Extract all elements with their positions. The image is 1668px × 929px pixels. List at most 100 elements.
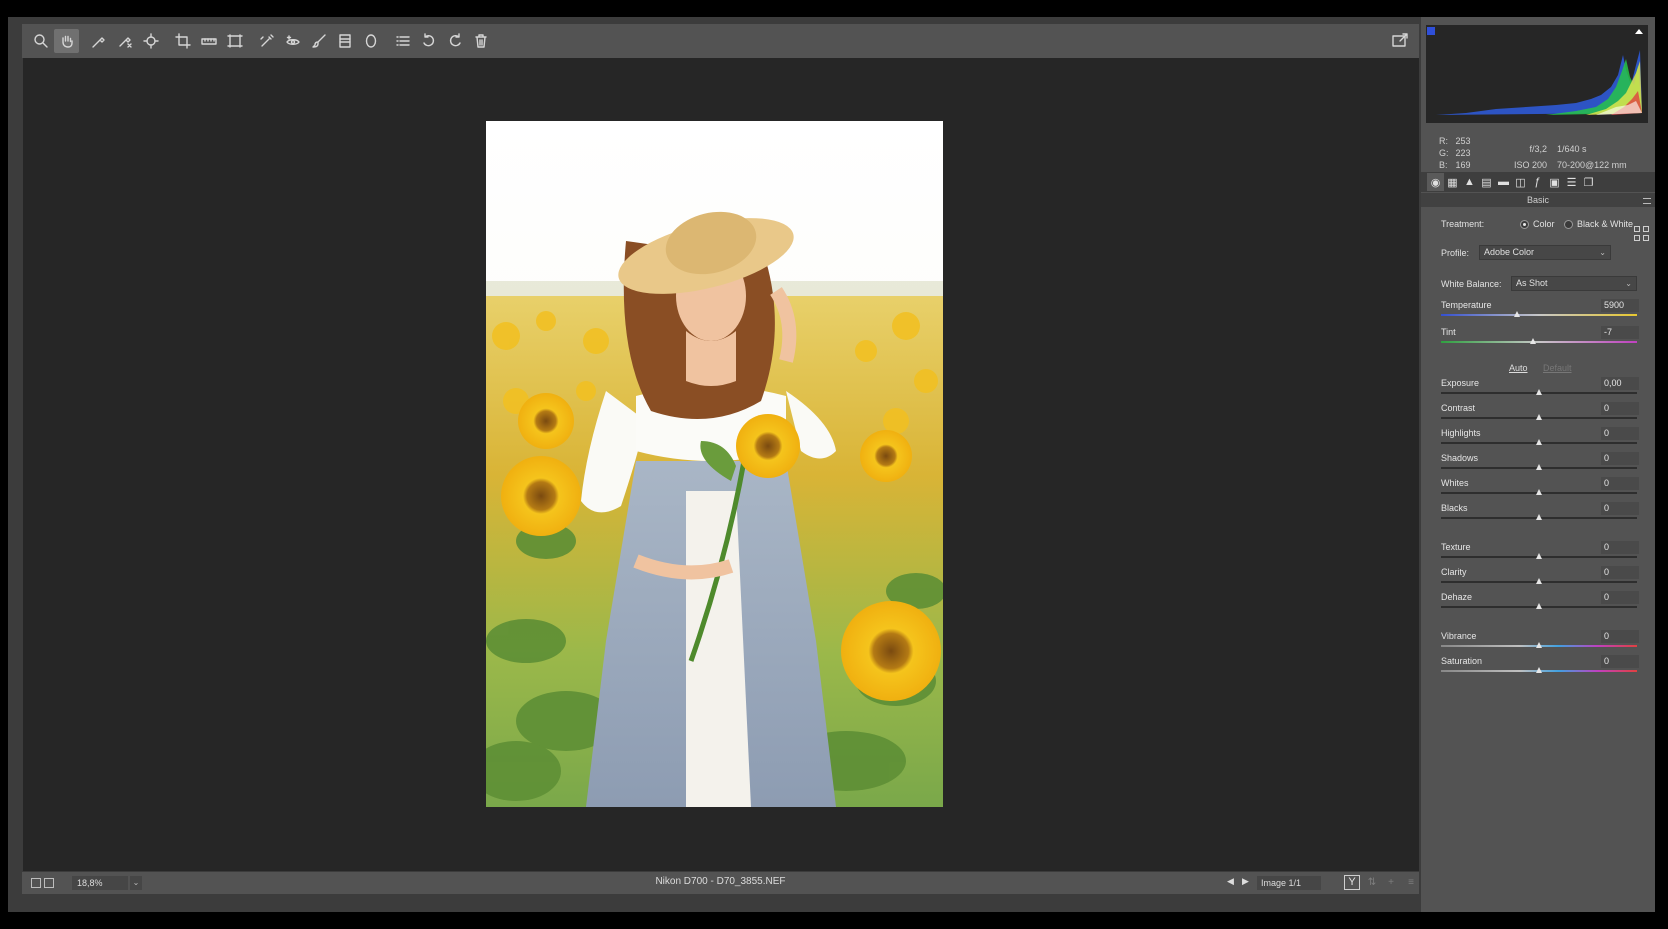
rotate-ccw-button[interactable] (416, 29, 441, 53)
hand-tool-button[interactable] (54, 29, 79, 53)
profile-select[interactable]: Adobe Color ⌄ (1479, 245, 1611, 260)
full-screen-button[interactable] (1387, 29, 1412, 53)
tab-effects[interactable]: ƒ (1529, 173, 1546, 191)
tab-split-toning[interactable]: ▬ (1495, 173, 1512, 191)
radial-filter-tool-button[interactable] (358, 29, 383, 53)
vibrance-label: Vibrance (1441, 631, 1477, 641)
vibrance-value-field[interactable]: 0 (1601, 630, 1639, 643)
blacks-slider-thumb[interactable] (1536, 514, 1542, 520)
default-button[interactable]: Default (1543, 363, 1572, 373)
brush-heal-icon (259, 34, 274, 47)
highlight-clipping-icon[interactable] (1635, 29, 1643, 34)
photo-preview[interactable] (486, 121, 943, 807)
vibrance-slider-track[interactable] (1441, 642, 1637, 648)
tab-snapshots[interactable]: ❐ (1580, 173, 1597, 191)
swap-icon[interactable]: ⇅ (1365, 877, 1379, 889)
previous-image-button[interactable]: ◀ (1227, 876, 1234, 887)
blacks-slider-track[interactable] (1441, 514, 1637, 520)
list-icon (395, 36, 410, 46)
exposure-slider-track[interactable] (1441, 389, 1637, 395)
texture-label: Texture (1441, 542, 1471, 552)
trash-button[interactable] (468, 29, 493, 53)
magnifier-icon (33, 34, 48, 48)
shadows-label: Shadows (1441, 453, 1479, 463)
adjustment-brush-tool-button[interactable] (306, 29, 331, 53)
shadows-slider-track[interactable] (1441, 464, 1637, 470)
tab-calibration[interactable]: ▣ (1546, 173, 1563, 191)
treatment-color-radio[interactable] (1520, 220, 1529, 229)
copy-settings-icon[interactable]: + (1384, 877, 1398, 889)
highlights-slider-thumb[interactable] (1536, 439, 1542, 445)
lens-icon: ◫ (1515, 176, 1526, 189)
panel-menu-icon[interactable] (1643, 198, 1651, 204)
tab-detail[interactable]: ▲ (1461, 173, 1478, 191)
clarity-value-field[interactable]: 0 (1601, 566, 1639, 579)
transform-tool-button[interactable] (222, 29, 247, 53)
dehaze-slider-thumb[interactable] (1536, 603, 1542, 609)
treatment-color-label: Color (1533, 219, 1555, 229)
exposure-value-field[interactable]: 0,00 (1601, 377, 1639, 390)
dehaze-slider-track[interactable] (1441, 603, 1637, 609)
tint-slider-thumb[interactable] (1530, 338, 1537, 344)
treatment-bw-radio[interactable] (1564, 220, 1573, 229)
whites-label: Whites (1441, 478, 1469, 488)
texture-value-field[interactable]: 0 (1601, 541, 1639, 554)
saturation-slider-track[interactable] (1441, 667, 1637, 673)
highlights-value-field[interactable]: 0 (1601, 427, 1639, 440)
tint-value-field[interactable]: -7 (1601, 326, 1639, 339)
color-sampler-tool-button[interactable] (112, 29, 137, 53)
tab-basic[interactable]: ◉ (1427, 173, 1444, 191)
spot-removal-tool-button[interactable] (254, 29, 279, 53)
contrast-slider-thumb[interactable] (1536, 414, 1542, 420)
contrast-slider-track[interactable] (1441, 414, 1637, 420)
temperature-value-field[interactable]: 5900 (1601, 299, 1639, 312)
preview-canvas[interactable] (23, 58, 1419, 871)
next-image-button[interactable]: ▶ (1242, 876, 1249, 887)
toggle-view-icon[interactable]: ≡ (1404, 877, 1418, 889)
shadows-value-field[interactable]: 0 (1601, 452, 1639, 465)
auto-button[interactable]: Auto (1509, 363, 1528, 373)
whites-value-field[interactable]: 0 (1601, 477, 1639, 490)
before-after-button[interactable]: Y (1344, 875, 1360, 890)
crop-tool-button[interactable] (170, 29, 195, 53)
shadow-clipping-icon[interactable] (1427, 27, 1435, 35)
preferences-tool-button[interactable] (390, 29, 415, 53)
temperature-slider-track[interactable] (1441, 311, 1637, 317)
clarity-slider-thumb[interactable] (1536, 578, 1542, 584)
tint-slider-track[interactable] (1441, 338, 1637, 344)
vibrance-slider-thumb[interactable] (1536, 642, 1542, 648)
aperture-value: f/3,2 (1529, 144, 1547, 154)
dehaze-value-field[interactable]: 0 (1601, 591, 1639, 604)
saturation-slider-thumb[interactable] (1536, 667, 1542, 673)
dehaze-label: Dehaze (1441, 592, 1473, 602)
contrast-value-field[interactable]: 0 (1601, 402, 1639, 415)
clarity-slider-track[interactable] (1441, 578, 1637, 584)
exposure-slider-thumb[interactable] (1536, 389, 1542, 395)
rgb-readout: R: 253 G: 223 B: 169 (1439, 135, 1471, 171)
toolbar (22, 24, 1419, 58)
treatment-bw-label: Black & White (1577, 219, 1634, 229)
split-toning-icon: ▬ (1498, 176, 1509, 188)
graduated-filter-tool-button[interactable] (332, 29, 357, 53)
highlights-slider-track[interactable] (1441, 439, 1637, 445)
zoom-tool-button[interactable] (28, 29, 53, 53)
targeted-adjustment-tool-button[interactable] (138, 29, 163, 53)
rotate-cw-button[interactable] (442, 29, 467, 53)
whites-slider-thumb[interactable] (1536, 489, 1542, 495)
tab-hsl[interactable]: ▤ (1478, 173, 1495, 191)
texture-slider-track[interactable] (1441, 553, 1637, 559)
tab-lens[interactable]: ◫ (1512, 173, 1529, 191)
white-balance-select[interactable]: As Shot ⌄ (1511, 276, 1637, 291)
saturation-value-field[interactable]: 0 (1601, 655, 1639, 668)
whites-slider-track[interactable] (1441, 489, 1637, 495)
texture-slider-thumb[interactable] (1536, 553, 1542, 559)
shadows-slider-thumb[interactable] (1536, 464, 1542, 470)
red-eye-tool-button[interactable] (280, 29, 305, 53)
white-balance-tool-button[interactable] (86, 29, 111, 53)
blacks-value-field[interactable]: 0 (1601, 502, 1639, 515)
tab-presets[interactable]: ☰ (1563, 173, 1580, 191)
profile-browser-icon[interactable] (1634, 226, 1650, 242)
straighten-tool-button[interactable] (196, 29, 221, 53)
tab-tone-curve[interactable]: ▦ (1444, 173, 1461, 191)
temperature-slider-thumb[interactable] (1514, 311, 1521, 317)
